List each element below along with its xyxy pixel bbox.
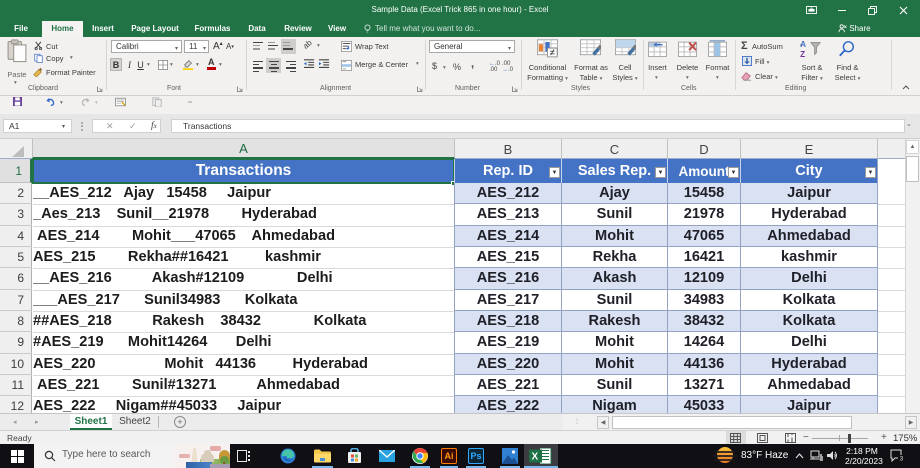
svg-text:3: 3 <box>900 455 904 462</box>
svg-text:X: X <box>532 452 539 463</box>
svg-text:A: A <box>800 40 806 49</box>
svg-text:Z: Z <box>800 50 805 59</box>
